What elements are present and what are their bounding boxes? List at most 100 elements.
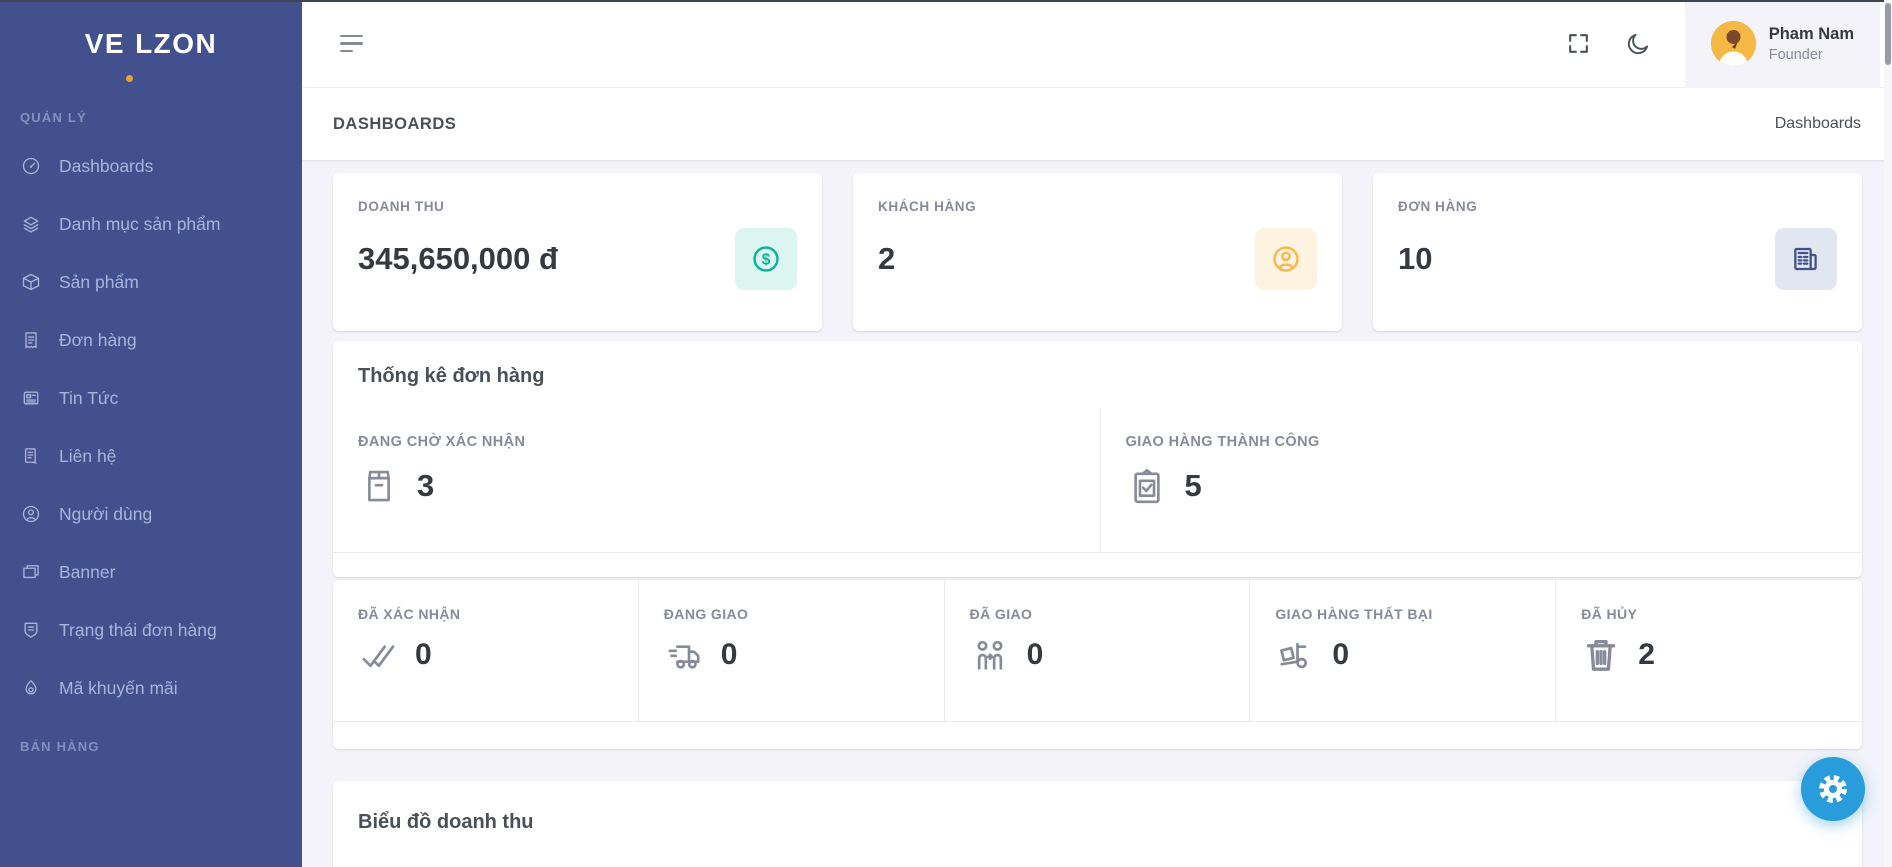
sidebar-item-lien-he[interactable]: Liên hệ <box>0 427 302 485</box>
file-text-icon <box>21 446 41 466</box>
velzon-logo[interactable]: velzon <box>0 0 302 88</box>
card-value: 2 <box>878 241 895 277</box>
svg-text:$: $ <box>762 252 771 269</box>
flame-icon <box>21 678 41 698</box>
stat-label: ĐÃ GIAO <box>970 606 1250 622</box>
stat-label: GIAO HÀNG THÀNH CÔNG <box>1126 434 1862 450</box>
logo-dot-icon <box>126 75 133 82</box>
stat-label: ĐÃ XÁC NHẬN <box>358 606 638 622</box>
sidebar-item-nguoi-dung[interactable]: Người dùng <box>0 485 302 543</box>
sidebar-item-don-hang[interactable]: Đơn hàng <box>0 311 302 369</box>
sidebar-item-label: Banner <box>59 562 115 583</box>
stat-giao-hang-that-bai: GIAO HÀNG THẤT BẠI 0 <box>1250 580 1556 721</box>
order-stats-primary-row: ĐANG CHỜ XÁC NHẬN 3 GIAO HÀNG THÀNH CÔNG <box>333 408 1862 553</box>
user-role: Founder <box>1769 47 1854 63</box>
dark-mode-moon-icon[interactable] <box>1625 31 1651 57</box>
sidebar-item-label: Sản phẩm <box>59 272 139 293</box>
avatar <box>1711 21 1756 66</box>
stat-value: 0 <box>1332 638 1349 672</box>
stat-label: ĐÃ HỦY <box>1581 606 1862 622</box>
sidebar-item-label: Đơn hàng <box>59 330 137 351</box>
stat-value: 0 <box>721 638 738 672</box>
menu-section-quan-ly: QUẢN LÝ <box>0 88 302 137</box>
stat-value: 0 <box>415 638 432 672</box>
clipboard-check-icon <box>1126 465 1168 507</box>
sidebar-item-ma-khuyen-mai[interactable]: Mã khuyến mãi <box>0 659 302 717</box>
stat-dang-cho-xac-nhan: ĐANG CHỜ XÁC NHẬN 3 <box>333 408 1101 552</box>
stat-dang-giao: ĐANG GIAO 0 <box>639 580 945 721</box>
page-title: DASHBOARDS <box>333 115 456 134</box>
user-name: Pham Nam <box>1769 25 1854 44</box>
sidebar-item-label: Mã khuyến mãi <box>59 678 178 699</box>
card-khach-hang: KHÁCH HÀNG 2 <box>853 173 1342 331</box>
menu-section-ban-hang: BÁN HÀNG <box>0 717 302 766</box>
card-value: 345,650,000 đ <box>358 241 558 277</box>
stat-value: 5 <box>1185 468 1202 504</box>
window-top-border <box>0 0 1892 2</box>
card-label: DOANH THU <box>358 199 797 214</box>
receipt-icon <box>21 330 41 350</box>
bill-icon <box>1775 228 1837 290</box>
stat-giao-hang-thanh-cong: GIAO HÀNG THÀNH CÔNG 5 <box>1101 408 1862 552</box>
stat-label: GIAO HÀNG THẤT BẠI <box>1275 606 1555 622</box>
user-circle-icon <box>21 504 41 524</box>
stat-da-huy: ĐÃ HỦY 2 <box>1556 580 1862 721</box>
logo-text-pre: ve <box>85 28 125 60</box>
stat-value: 2 <box>1638 638 1655 672</box>
user-profile-menu[interactable]: Pham Nam Founder <box>1685 0 1880 88</box>
stat-value: 3 <box>417 468 434 504</box>
trash-icon <box>1581 635 1621 675</box>
breadcrumb[interactable]: Dashboards <box>1775 115 1861 133</box>
package-icon <box>358 465 400 507</box>
sidebar-item-tin-tuc[interactable]: Tin Tức <box>0 369 302 427</box>
revenue-chart-title: Biểu đồ doanh thu <box>333 781 1862 864</box>
delivery-failed-icon <box>1275 635 1315 675</box>
images-icon <box>21 562 41 582</box>
layers-icon <box>21 214 41 234</box>
sidebar-item-trang-thai-don-hang[interactable]: Trạng thái đơn hàng <box>0 601 302 659</box>
main-area: Pham Nam Founder DASHBOARDS Dashboards D… <box>302 0 1892 867</box>
sidebar-item-danh-muc-san-pham[interactable]: Danh mục sản phẩm <box>0 195 302 253</box>
stat-da-xac-nhan: ĐÃ XÁC NHẬN 0 <box>333 580 639 721</box>
card-doanh-thu: DOANH THU 345,650,000 đ $ <box>333 173 822 331</box>
stat-label: ĐANG GIAO <box>664 606 944 622</box>
order-stats-title: Thống kê đơn hàng <box>333 341 1862 408</box>
sidebar-item-banner[interactable]: Banner <box>0 543 302 601</box>
scrollbar-thumb[interactable] <box>1885 3 1891 65</box>
content: DOANH THU 345,650,000 đ $ KHÁCH HÀNG 2 <box>302 160 1892 867</box>
gear-icon <box>1815 771 1851 807</box>
newspaper-icon <box>21 388 41 408</box>
sidebar-item-label: Trạng thái đơn hàng <box>59 620 217 641</box>
shield-list-icon <box>21 620 41 640</box>
card-label: ĐƠN HÀNG <box>1398 199 1837 214</box>
gauge-icon <box>21 156 41 176</box>
order-stats-secondary-row: ĐÃ XÁC NHẬN 0 ĐANG GIAO 0 <box>333 580 1862 722</box>
sidebar-item-dashboards[interactable]: Dashboards <box>0 137 302 195</box>
scrollbar-track[interactable] <box>1884 0 1892 867</box>
card-label: KHÁCH HÀNG <box>878 199 1317 214</box>
stat-value: 0 <box>1027 638 1044 672</box>
top-header: Pham Nam Founder <box>302 0 1892 88</box>
sidebar-item-label: Dashboards <box>59 156 153 177</box>
stat-label: ĐANG CHỜ XÁC NHẬN <box>358 434 1100 450</box>
handoff-icon <box>970 635 1010 675</box>
sidebar-item-label: Liên hệ <box>59 446 116 467</box>
hamburger-menu-icon[interactable] <box>338 29 365 58</box>
double-check-icon <box>358 635 398 675</box>
card-don-hang: ĐƠN HÀNG 10 <box>1373 173 1862 331</box>
revenue-chart-card: Biểu đồ doanh thu <box>333 781 1862 867</box>
sidebar: velzon QUẢN LÝ Dashboards Danh mục sản p… <box>0 0 302 867</box>
summary-cards-row: DOANH THU 345,650,000 đ $ KHÁCH HÀNG 2 <box>333 173 1862 331</box>
page-title-bar: DASHBOARDS Dashboards <box>302 88 1892 160</box>
order-stats-secondary-card: ĐÃ XÁC NHẬN 0 ĐANG GIAO 0 <box>333 580 1862 749</box>
stat-da-giao: ĐÃ GIAO 0 <box>945 580 1251 721</box>
user-circle-icon <box>1255 228 1317 290</box>
card-value: 10 <box>1398 241 1432 277</box>
sidebar-item-san-pham[interactable]: Sản phẩm <box>0 253 302 311</box>
sidebar-item-label: Danh mục sản phẩm <box>59 214 220 235</box>
order-stats-card: Thống kê đơn hàng ĐANG CHỜ XÁC NHẬN 3 GI… <box>333 341 1862 577</box>
cube-icon <box>21 272 41 292</box>
dollar-circle-icon: $ <box>735 228 797 290</box>
fullscreen-icon[interactable] <box>1566 31 1591 56</box>
settings-gear-button[interactable] <box>1801 757 1865 821</box>
